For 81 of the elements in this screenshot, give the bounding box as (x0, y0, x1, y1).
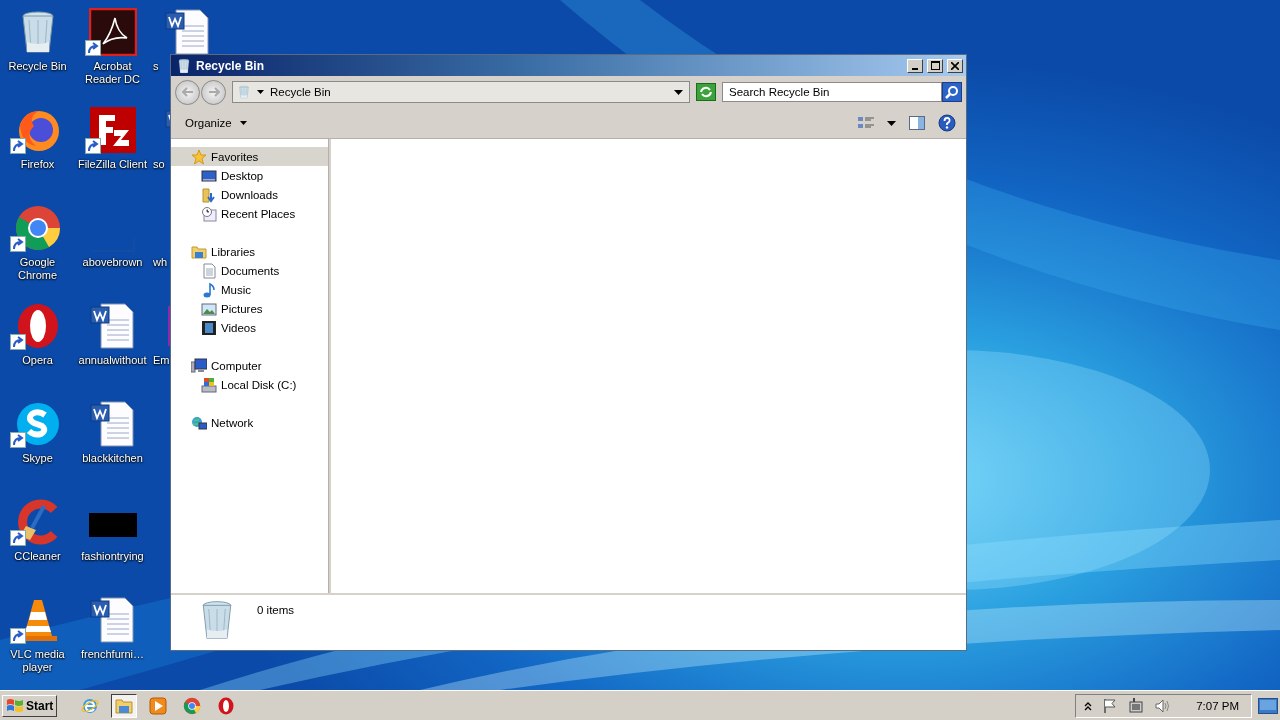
preview-pane-button[interactable] (906, 113, 928, 133)
icon-label: FileZilla Client (77, 158, 148, 170)
star-icon (191, 148, 207, 165)
nav-item[interactable]: Local Disk (C:) (171, 375, 328, 394)
nav-item[interactable]: Desktop (171, 166, 328, 185)
nav-item[interactable]: Documents (171, 261, 328, 280)
caret-icon (257, 90, 264, 94)
icon-label: Acrobat Reader DC (85, 60, 140, 85)
clock-window-icon (201, 205, 217, 222)
refresh-arrows-icon (699, 86, 713, 98)
film-strip-icon (201, 319, 217, 336)
icon-label: blackkitchen (82, 452, 143, 464)
network-monitor-icon[interactable] (1128, 697, 1145, 714)
windows-logo-icon (6, 697, 24, 714)
clock[interactable]: 7:07 PM (1196, 699, 1239, 712)
preview-pane-icon (908, 115, 926, 131)
network-globe-icon (191, 414, 207, 431)
search-field[interactable]: Search Recycle Bin (722, 82, 942, 102)
close-icon (951, 61, 959, 70)
close-button[interactable] (947, 58, 963, 73)
maximize-icon (930, 61, 940, 70)
icon-label: fashiontrying (81, 550, 144, 562)
address-bar[interactable]: Recycle Bin (232, 81, 690, 103)
icon-label: so (153, 158, 165, 170)
window-trash-icon (176, 57, 192, 74)
hard-drive-icon (201, 376, 217, 393)
refresh-button[interactable] (696, 83, 716, 101)
library-folder-icon (191, 243, 207, 260)
minimize-button[interactable] (907, 58, 923, 73)
nav-item[interactable]: Libraries (171, 242, 328, 261)
nav-item[interactable]: Network (171, 413, 328, 432)
icon-label: Em (153, 354, 170, 366)
folder-arrow-icon (201, 186, 217, 203)
maximize-button[interactable] (927, 58, 943, 73)
back-arrow-icon (181, 87, 194, 97)
document-icon (201, 262, 217, 279)
forward-arrow-icon (207, 87, 220, 97)
computer-icon (191, 357, 207, 374)
caret-icon (239, 121, 247, 125)
icon-label: Opera (22, 354, 53, 366)
show-desktop-icon[interactable] (1258, 697, 1278, 714)
icon-label: s (153, 60, 159, 72)
window-title: Recycle Bin (196, 58, 266, 73)
music-note-icon (201, 281, 217, 298)
icon-label: Google Chrome (17, 256, 58, 281)
help-icon (938, 114, 956, 132)
item-count: 0 items (257, 604, 295, 616)
monitor-icon (201, 167, 217, 184)
nav-item[interactable]: Music (171, 280, 328, 299)
icon-label: wh (153, 256, 168, 268)
start-button[interactable]: Start (2, 694, 58, 717)
icon-label: Recycle Bin (8, 60, 67, 72)
dropdown-caret-icon (674, 89, 683, 95)
view-menu-button[interactable] (885, 118, 898, 128)
nav-item[interactable]: Videos (171, 318, 328, 337)
minimize-icon (912, 67, 918, 70)
acrobat-icon (88, 8, 137, 56)
nav-item[interactable]: Computer (171, 356, 328, 375)
nav-item[interactable]: Recent Places (171, 204, 328, 223)
chrome-ball-icon (13, 204, 62, 252)
icon-label: Skype (22, 452, 53, 464)
nav-item[interactable]: Downloads (171, 185, 328, 204)
icon-label: VLC media player (10, 648, 65, 673)
nav-item[interactable]: Favorites (171, 147, 328, 166)
icon-label: abovebrown (82, 256, 143, 268)
fz-logo-icon (88, 106, 137, 154)
caret-icon (887, 120, 896, 126)
chevron-up-icon[interactable] (1084, 700, 1093, 711)
help-button[interactable] (936, 112, 958, 134)
search-button[interactable] (942, 82, 962, 102)
address-trash-icon (237, 85, 251, 99)
icon-label: annualwithout (78, 354, 147, 366)
list-view-icon (857, 115, 875, 131)
icon-label: CCleaner (14, 550, 61, 562)
flag-icon[interactable] (1102, 697, 1119, 714)
nav-item[interactable]: Pictures (171, 299, 328, 318)
organize-button[interactable]: Organize (179, 115, 253, 131)
icon-label: Firefox (20, 158, 55, 170)
icon-label: frenchfurni… (81, 648, 144, 660)
search-icon (945, 85, 959, 99)
landscape-frame-icon (201, 300, 217, 317)
